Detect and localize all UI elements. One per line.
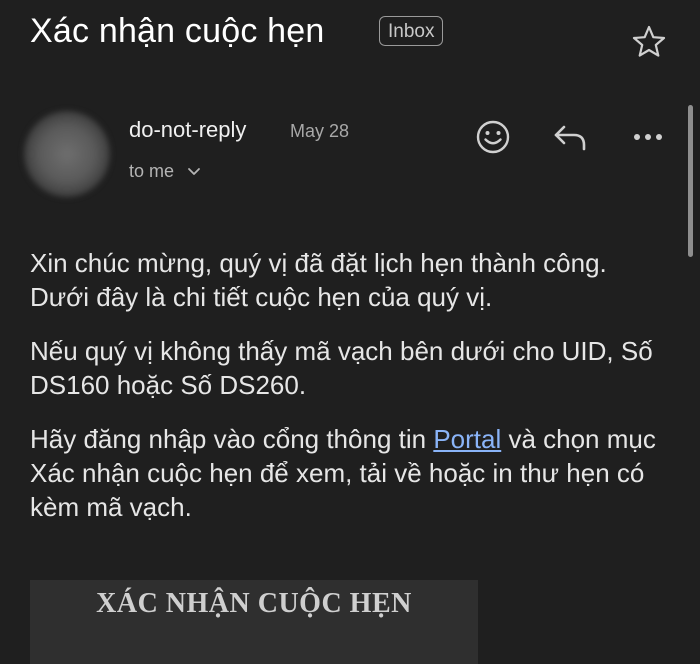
recipient-details-toggle[interactable]: to me	[129, 161, 201, 182]
scrollbar-thumb[interactable]	[688, 105, 693, 257]
sender-avatar[interactable]	[24, 111, 110, 197]
body-paragraph-2: Nếu quý vị không thấy mã vạch bên dưới c…	[30, 336, 653, 400]
recipient-label: to me	[129, 161, 175, 181]
star-icon[interactable]	[631, 24, 667, 60]
more-horizontal-icon[interactable]	[628, 117, 668, 157]
body-paragraph-3-start: Hãy đăng nhập vào cổng thông tin	[30, 424, 434, 454]
email-date: May 28	[290, 121, 350, 141]
portal-link[interactable]: Portal	[433, 424, 501, 454]
sender-name[interactable]: do-not-reply	[129, 117, 246, 143]
emoji-reaction-icon[interactable]	[473, 117, 513, 157]
appointment-letter-image: XÁC NHẬN CUỘC HẸN	[30, 580, 478, 664]
email-view: Xác nhận cuộc hẹn Inbox do-not-reply May…	[0, 0, 700, 664]
email-subject: Xác nhận cuộc hẹn	[30, 12, 325, 50]
body-paragraph-3: Hãy đăng nhập vào cổng thông tin Portal …	[30, 422, 670, 524]
email-body: Xin chúc mừng, quý vị đã đặt lịch hẹn th…	[30, 246, 670, 544]
body-paragraph-1: Xin chúc mừng, quý vị đã đặt lịch hẹn th…	[30, 248, 607, 312]
reply-icon[interactable]	[550, 117, 590, 157]
appointment-letter-title: XÁC NHẬN CUỘC HẸN	[96, 588, 412, 619]
chevron-down-icon	[188, 168, 200, 176]
inbox-label-chip[interactable]: Inbox	[379, 16, 444, 46]
